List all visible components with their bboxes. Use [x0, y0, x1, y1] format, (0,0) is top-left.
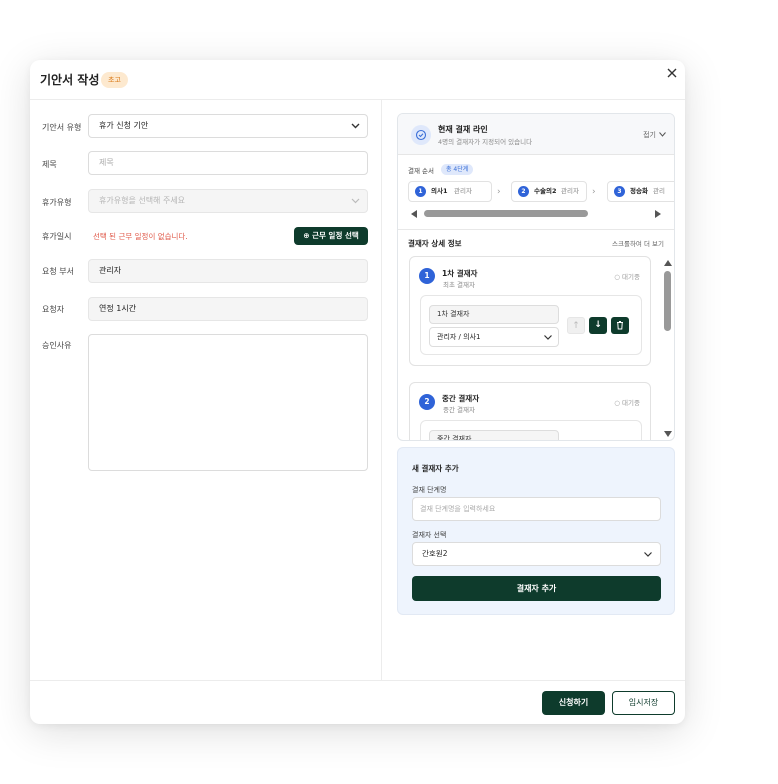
approver-select[interactable]: 간호원2: [412, 542, 661, 566]
chevron-down-icon: [644, 552, 652, 557]
fold-toggle[interactable]: 접기: [643, 130, 656, 140]
step-name: 의사1: [431, 187, 448, 195]
step-role: 관리자: [454, 187, 472, 195]
stage-name-input[interactable]: 결재 단계명을 입력하세요: [412, 497, 661, 521]
move-down-button[interactable]: ↓: [589, 317, 607, 334]
chevron-down-icon: [659, 132, 666, 137]
stage-name-label: 결재 단계명: [412, 486, 447, 494]
stage-name-input[interactable]: 1차 결재자: [429, 305, 559, 324]
approver-number: 1: [419, 268, 435, 284]
reason-label: 승인사유: [42, 341, 72, 350]
approver-number: 2: [419, 394, 435, 410]
approval-line-subtitle: 4명의 결재자가 지정되어 있습니다: [438, 138, 533, 146]
leave-date-label: 휴가일시: [42, 232, 72, 241]
department-field: 관리자: [88, 259, 368, 283]
approver-card: 1 1차 결재자 최초 결재자 ○ 대기중 1차 결재자 관리자 / 의사1 ↑…: [409, 256, 651, 366]
trash-icon: [617, 321, 623, 330]
requester-label: 요청자: [42, 305, 65, 314]
vertical-scroll-thumb[interactable]: [664, 271, 671, 331]
step-name: 수술의2: [534, 187, 557, 195]
approver-select[interactable]: 관리자 / 의사1: [429, 327, 559, 347]
department-label: 요청 부서: [42, 267, 74, 276]
divider: [398, 229, 674, 230]
leave-type-label: 휴가유형: [42, 198, 72, 207]
plus-circle-icon: ⊕: [303, 231, 310, 240]
chevron-down-icon: [351, 123, 360, 129]
scroll-left-arrow[interactable]: [411, 210, 417, 218]
step-chip: 3 정승화 관리: [607, 181, 674, 202]
approver-status: ○ 대기중: [614, 273, 640, 281]
add-approver-panel: 새 결재자 추가 결재 단계명 결재 단계명을 입력하세요 결재자 선택 간호원…: [397, 447, 675, 615]
reason-textarea[interactable]: [88, 334, 368, 471]
chevron-right-icon: ›: [497, 187, 501, 197]
scroll-more-hint: 스크롤하여 더 보기: [612, 240, 664, 248]
detail-title: 결재자 상세 정보: [408, 239, 462, 248]
horizontal-scroll-thumb[interactable]: [424, 210, 588, 217]
chevron-down-icon: [351, 198, 360, 204]
approver-select-value: 관리자 / 의사1: [437, 333, 481, 341]
status-badge: 초고: [101, 72, 128, 88]
step-role: 관리자: [561, 187, 579, 195]
leave-type-placeholder: 휴가유형을 선택해 주세요: [99, 196, 186, 205]
move-up-button[interactable]: ↑: [567, 317, 585, 334]
add-approver-title: 새 결재자 추가: [412, 464, 459, 473]
approver-subtitle: 중간 결재자: [443, 406, 475, 414]
approver-title: 1차 결재자: [442, 269, 478, 278]
step-number: 1: [415, 186, 426, 197]
approval-line-card: 현재 결재 라인 4명의 결재자가 지정되어 있습니다 접기 결재 순서 총 4…: [397, 113, 675, 441]
chevron-right-icon: ›: [592, 187, 596, 197]
order-label: 결재 순서: [408, 167, 434, 175]
close-icon[interactable]: [665, 66, 679, 80]
doc-type-label: 기안서 유형: [42, 123, 82, 132]
delete-approver-button[interactable]: [611, 317, 629, 334]
submit-button[interactable]: 신청하기: [542, 691, 605, 715]
arrow-down-icon: ↓: [594, 320, 602, 330]
approver-edit-box: 1차 결재자 관리자 / 의사1 ↑ ↓: [420, 295, 642, 355]
add-approver-button[interactable]: 결재자 추가: [412, 576, 661, 601]
step-number: 2: [518, 186, 529, 197]
approver-card: 2 중간 결재자 중간 결재자 ○ 대기중 중간 결재자: [409, 382, 651, 440]
schedule-button-label: 근무 일정 선택: [312, 231, 359, 240]
subject-label: 제목: [42, 160, 57, 169]
approver-edit-box: 중간 결재자: [420, 420, 642, 440]
step-number: 3: [614, 186, 625, 197]
approver-subtitle: 최초 결재자: [443, 281, 475, 289]
stage-name-input[interactable]: 중간 결재자: [429, 430, 559, 440]
step-chip: 1 의사1 관리자: [408, 181, 492, 202]
requester-field: 연정 1시간: [88, 297, 368, 321]
approval-panel: 현재 결재 라인 4명의 결재자가 지정되어 있습니다 접기 결재 순서 총 4…: [382, 100, 685, 680]
step-chip: 2 수술의2 관리자: [511, 181, 587, 202]
scroll-right-arrow[interactable]: [655, 210, 661, 218]
order-count-badge: 총 4단계: [441, 164, 474, 175]
chevron-down-icon: [544, 335, 552, 340]
leave-type-select[interactable]: 휴가유형을 선택해 주세요: [88, 189, 368, 213]
doc-type-value: 휴가 신청 기안: [99, 121, 149, 130]
form-panel: 기안서 유형 휴가 신청 기안 제목 제목 휴가유형 휴가유형을 선택해 주세요…: [30, 100, 382, 680]
approval-line-title: 현재 결재 라인: [438, 125, 488, 134]
subject-input[interactable]: 제목: [88, 151, 368, 175]
dialog-title: 기안서 작성: [40, 73, 100, 87]
step-role: 관리: [653, 187, 665, 195]
approval-line-header[interactable]: 현재 결재 라인 4명의 결재자가 지정되어 있습니다 접기: [398, 114, 674, 155]
doc-type-select[interactable]: 휴가 신청 기안: [88, 114, 368, 138]
temp-save-button[interactable]: 임시저장: [612, 691, 675, 715]
check-circle-icon: [411, 125, 431, 145]
scroll-down-arrow[interactable]: [664, 431, 672, 437]
schedule-select-button[interactable]: ⊕ 근무 일정 선택: [294, 227, 368, 245]
dialog-footer: 신청하기 임시저장: [30, 680, 685, 724]
approver-title: 중간 결재자: [442, 394, 480, 403]
approver-select-label: 결재자 선택: [412, 531, 447, 539]
draft-dialog: 기안서 작성 초고 기안서 유형 휴가 신청 기안 제목 제목 휴가유형 휴가유…: [30, 60, 685, 724]
dialog-header: 기안서 작성 초고: [30, 60, 685, 100]
approver-select-value: 간호원2: [422, 549, 448, 558]
step-name: 정승화: [630, 187, 648, 195]
leave-date-warning: 선택 된 근무 일정이 없습니다.: [93, 232, 188, 241]
approver-status: ○ 대기중: [614, 399, 640, 407]
arrow-up-icon: ↑: [572, 321, 580, 331]
